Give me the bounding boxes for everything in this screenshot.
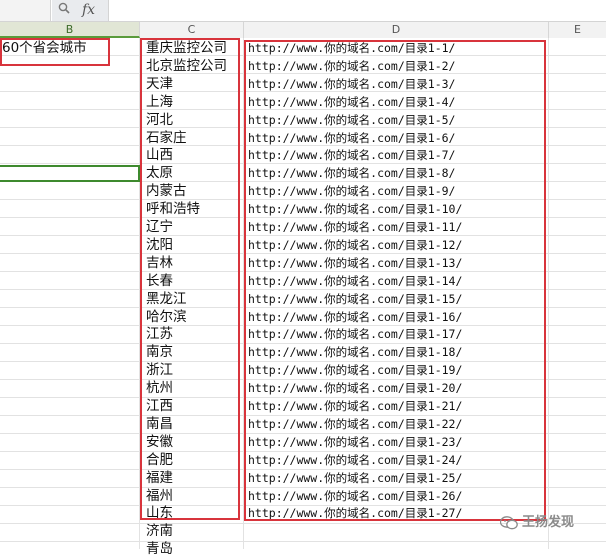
watermark: 王扬发现 [499, 512, 575, 534]
cell-c-city[interactable]: 青岛 [146, 540, 240, 558]
column-header-e[interactable]: E [549, 22, 606, 38]
spreadsheet-grid[interactable]: 60个省会城市 重庆监控公司 北京监控公司 天津 上海 河北 石家庄 山西 太原 内蒙古 呼和浩特… [0, 38, 606, 557]
annotation-box-title [0, 38, 110, 66]
formula-input[interactable] [110, 0, 606, 21]
selected-cell[interactable] [0, 165, 140, 182]
cell-c-city[interactable]: 济南 [146, 522, 240, 540]
formula-bar: fx [0, 0, 606, 22]
insert-function-button[interactable]: fx [82, 0, 95, 21]
annotation-box-urls [244, 40, 546, 521]
column-header-d[interactable]: D [244, 22, 549, 38]
column-header-c[interactable]: C [140, 22, 244, 38]
zoom-icon[interactable] [58, 2, 70, 14]
wechat-icon [499, 515, 518, 530]
column-header-row: B C D E [0, 22, 606, 39]
annotation-box-cities [140, 38, 240, 520]
formula-bar-tools: fx [52, 0, 109, 21]
name-box[interactable] [0, 0, 51, 21]
watermark-text: 王扬发现 [522, 515, 575, 530]
column-header-b[interactable]: B [0, 22, 140, 38]
